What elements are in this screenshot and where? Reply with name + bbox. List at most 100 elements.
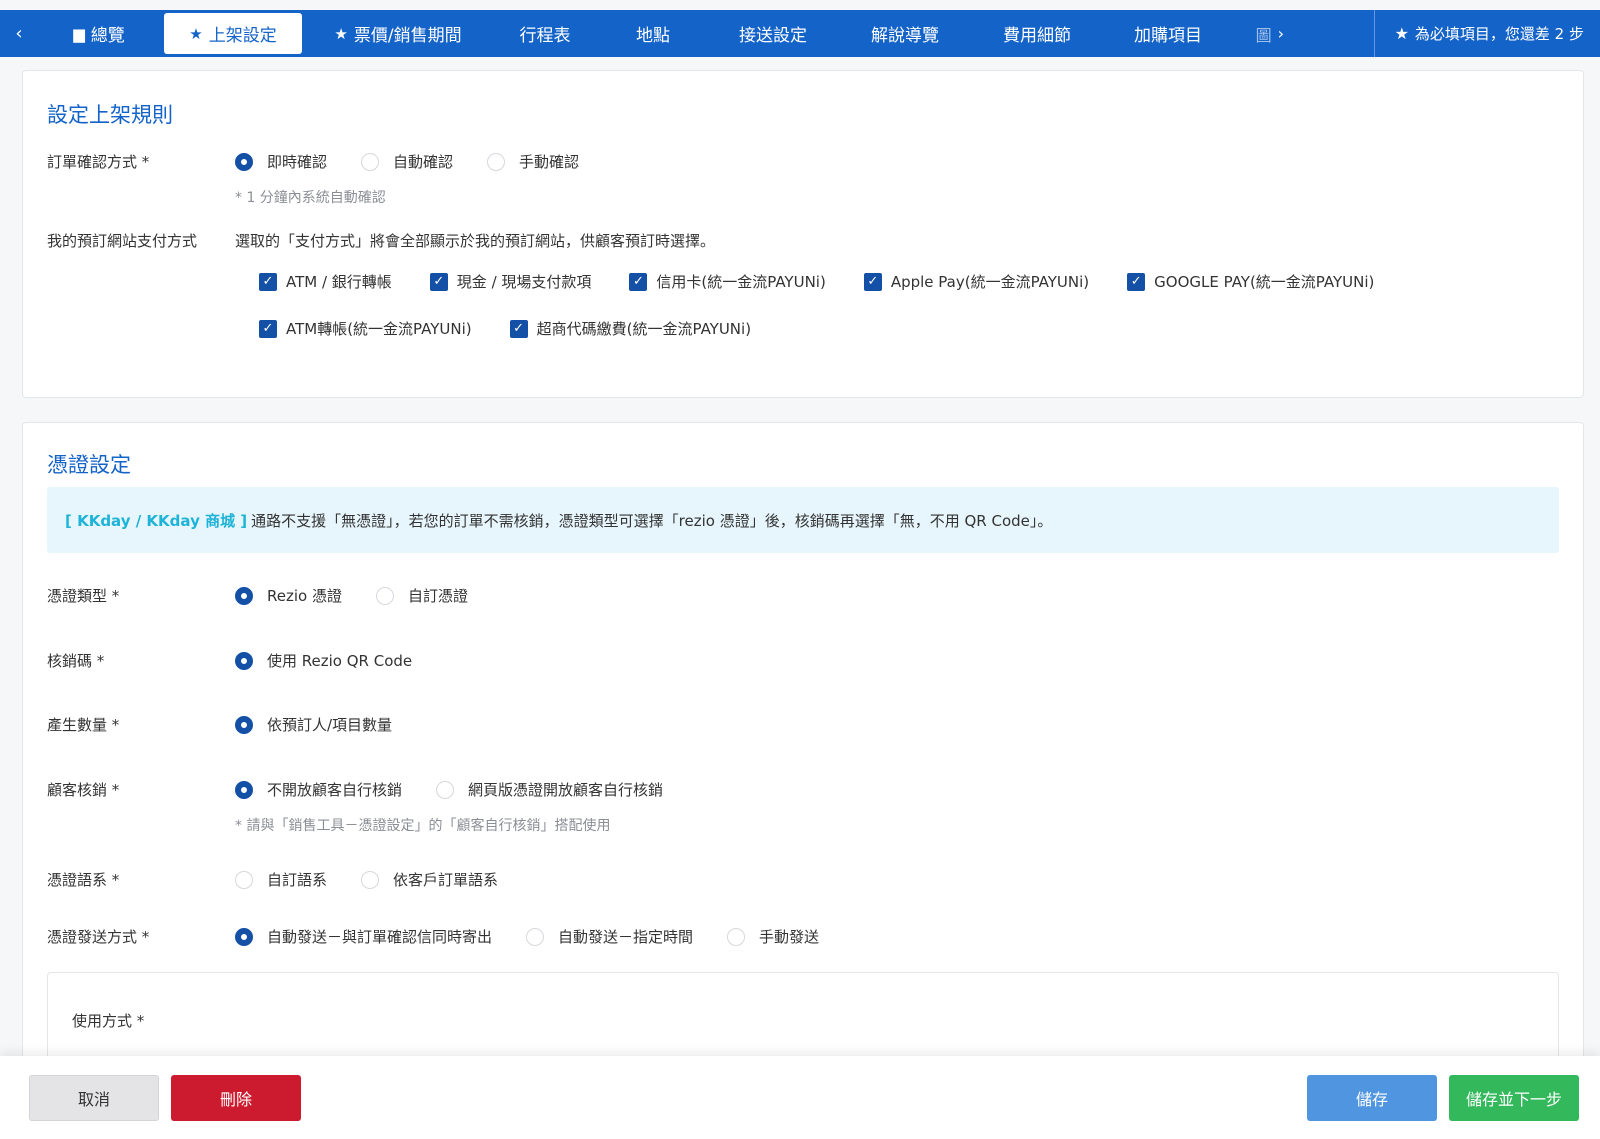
payment-description: 選取的「支付方式」將會全部顯示於我的預訂網站，供顧客預訂時選擇。 — [235, 232, 716, 250]
tab-overview[interactable]: ▆ 總覽 — [38, 13, 160, 54]
radio-label: 自動發送－與訂單確認信同時寄出 — [267, 928, 493, 946]
checkbox-label: ATM轉帳(統一金流PAYUNi) — [286, 320, 472, 338]
radio-empty-icon — [436, 780, 455, 799]
radio-label: 使用 Rezio QR Code — [267, 652, 413, 670]
radio-label: Rezio 憑證 — [267, 587, 342, 605]
checkbox-convenience-store[interactable]: ✓ 超商代碼繳費(統一金流PAYUNi) — [509, 318, 752, 339]
usage-method-label: 使用方式 * — [72, 1012, 145, 1030]
notice-text: 通路不支援「無憑證」，若您的訂單不需核銷，憑證類型可選擇「rezio 憑證」後，… — [251, 511, 1053, 530]
radio-empty-icon — [487, 152, 506, 171]
folder-icon: ▆ — [73, 24, 85, 43]
tab-label: 加購項目 — [1134, 26, 1202, 46]
checkbox-cash[interactable]: ✓ 現金 / 現場支付款項 — [429, 271, 592, 292]
cancel-button[interactable]: 取消 — [29, 1075, 159, 1121]
radio-rezio-qr-code[interactable]: 使用 Rezio QR Code — [235, 650, 412, 671]
radio-auto-send-with-confirm[interactable]: 自動發送－與訂單確認信同時寄出 — [235, 926, 492, 947]
save-button[interactable]: 儲存 — [1307, 1075, 1437, 1121]
radio-instant-confirm[interactable]: 即時確認 — [235, 151, 327, 172]
radio-selected-icon — [235, 651, 253, 670]
checkbox-checked-icon: ✓ — [509, 319, 528, 338]
channel-notice: [ KKday / KKday 商城 ] 通路不支援「無憑證」，若您的訂單不需核… — [47, 487, 1559, 553]
field-label: 憑證發送方式 * — [47, 928, 150, 946]
tab-label: 行程表 — [519, 26, 571, 46]
top-nav: ‹ ▆ 總覽 ★ 上架設定 ★ 票價/銷售期間 行程表 地點 接送設定 解說導覽… — [0, 10, 1600, 57]
voucher-language-row: 憑證語系 * 自訂語系 依客戶訂單語系 — [47, 869, 1559, 890]
checkbox-checked-icon: ✓ — [429, 272, 448, 291]
tab-truncated[interactable]: 圖 — [1256, 22, 1272, 46]
voucher-delivery-row: 憑證發送方式 * 自動發送－與訂單確認信同時寄出 自動發送－指定時間 手動發送 — [47, 926, 1559, 947]
tab-label: 地點 — [636, 26, 670, 46]
payment-methods-row-1: ✓ ATM / 銀行轉帳 ✓ 現金 / 現場支付款項 ✓ 信用卡(統一金流PAY… — [259, 271, 1559, 292]
checkbox-label: 現金 / 現場支付款項 — [456, 273, 592, 291]
tab-label: 解說導覽 — [871, 26, 939, 46]
radio-empty-icon — [361, 152, 380, 171]
delete-button[interactable]: 刪除 — [171, 1075, 301, 1121]
checkbox-credit-card[interactable]: ✓ 信用卡(統一金流PAYUNi) — [629, 271, 826, 292]
voucher-type-row: 憑證類型 * Rezio 憑證 自訂憑證 — [47, 585, 1559, 606]
checkbox-label: ATM / 銀行轉帳 — [286, 273, 392, 291]
tab-location[interactable]: 地點 — [600, 13, 706, 54]
redeem-code-row: 核銷碼 * 使用 Rezio QR Code — [47, 650, 1559, 671]
radio-label: 自訂語系 — [267, 871, 328, 889]
save-and-next-button[interactable]: 儲存並下一步 — [1449, 1075, 1579, 1121]
tab-guide[interactable]: 解說導覽 — [840, 13, 970, 54]
radio-label: 手動發送 — [759, 928, 820, 946]
checkbox-atm-transfer[interactable]: ✓ ATM轉帳(統一金流PAYUNi) — [259, 318, 472, 339]
field-label: 訂單確認方式 * — [47, 153, 150, 171]
radio-label: 自動確認 — [393, 153, 454, 171]
radio-selected-icon — [235, 927, 253, 946]
tab-label: 票價/銷售期間 — [353, 26, 462, 46]
checkbox-label: 超商代碼繳費(統一金流PAYUNi) — [536, 320, 752, 338]
radio-per-booker[interactable]: 依預訂人/項目數量 — [235, 714, 392, 735]
star-icon: ★ — [334, 24, 348, 43]
radio-label: 自動發送－指定時間 — [558, 928, 694, 946]
radio-selected-icon — [235, 152, 253, 171]
confirm-hint: * 1 分鐘內系統自動確認 — [235, 190, 386, 206]
radio-manual-send[interactable]: 手動發送 — [727, 926, 819, 947]
checkbox-checked-icon: ✓ — [259, 272, 277, 291]
payment-methods-row-2: ✓ ATM轉帳(統一金流PAYUNi) ✓ 超商代碼繳費(統一金流PAYUNi) — [259, 318, 1559, 339]
notice-brand: [ KKday / KKday 商城 ] — [65, 511, 248, 530]
checkbox-google-pay[interactable]: ✓ GOOGLE PAY(統一金流PAYUNi) — [1127, 271, 1374, 292]
radio-empty-icon — [526, 927, 545, 946]
radio-label: 依預訂人/項目數量 — [267, 716, 393, 734]
tab-addons[interactable]: 加購項目 — [1104, 13, 1232, 54]
checkbox-atm-bank[interactable]: ✓ ATM / 銀行轉帳 — [259, 271, 392, 292]
checkbox-label: 信用卡(統一金流PAYUNi) — [656, 273, 826, 291]
required-steps-notice: ★ 為必填項目，您還差 2 步 — [1373, 10, 1600, 57]
radio-custom-voucher[interactable]: 自訂憑證 — [375, 585, 468, 606]
checkbox-label: Apple Pay(統一金流PAYUNi) — [890, 273, 1090, 291]
listing-rules-card: 設定上架規則 訂單確認方式 * 即時確認 自動確認 手動確認 * 1 分鐘內系統… — [22, 70, 1584, 398]
tab-listing-settings[interactable]: ★ 上架設定 — [164, 13, 302, 54]
radio-no-self-redeem[interactable]: 不開放顧客自行核銷 — [235, 779, 402, 800]
radio-manual-confirm[interactable]: 手動確認 — [487, 151, 579, 172]
radio-auto-send-scheduled[interactable]: 自動發送－指定時間 — [526, 926, 693, 947]
redeem-hint: * 請與「銷售工具－憑證設定」的「顧客自行核銷」搭配使用 — [235, 818, 611, 834]
section-title: 憑證設定 — [47, 453, 131, 477]
checkbox-checked-icon: ✓ — [1127, 272, 1146, 291]
tab-pricing-period[interactable]: ★ 票價/銷售期間 — [306, 13, 490, 54]
radio-custom-language[interactable]: 自訂語系 — [235, 869, 327, 890]
tab-label: 總覽 — [90, 26, 125, 46]
star-icon: ★ — [189, 24, 203, 43]
tab-transfer[interactable]: 接送設定 — [706, 13, 840, 54]
radio-label: 即時確認 — [267, 153, 328, 171]
tab-fee-details[interactable]: 費用細節 — [970, 13, 1104, 54]
radio-auto-confirm[interactable]: 自動確認 — [361, 151, 453, 172]
radio-label: 不開放顧客自行核銷 — [267, 781, 403, 799]
radio-label: 網頁版憑證開放顧客自行核銷 — [468, 781, 664, 799]
radio-empty-icon — [375, 586, 394, 605]
checkbox-apple-pay[interactable]: ✓ Apple Pay(統一金流PAYUNi) — [863, 271, 1090, 292]
tab-label: 接送設定 — [739, 26, 807, 46]
radio-order-language[interactable]: 依客戶訂單語系 — [361, 869, 498, 890]
star-icon: ★ — [1394, 24, 1409, 43]
radio-label: 手動確認 — [519, 153, 580, 171]
radio-web-self-redeem[interactable]: 網頁版憑證開放顧客自行核銷 — [436, 779, 663, 800]
nav-next-arrow-icon[interactable]: › — [1278, 24, 1284, 43]
radio-label: 自訂憑證 — [407, 587, 468, 605]
tab-itinerary[interactable]: 行程表 — [490, 13, 600, 54]
radio-empty-icon — [727, 927, 746, 946]
field-label: 產生數量 * — [47, 716, 120, 734]
radio-rezio-voucher[interactable]: Rezio 憑證 — [235, 585, 342, 606]
nav-prev-arrow-icon[interactable]: ‹ — [0, 23, 38, 44]
